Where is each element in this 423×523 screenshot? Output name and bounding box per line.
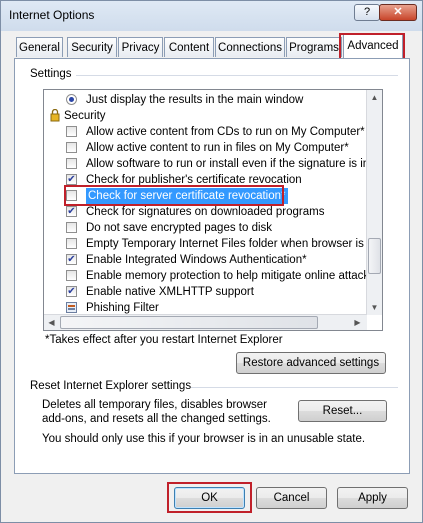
- checkbox[interactable]: [66, 190, 77, 201]
- restart-note: *Takes effect after you restart Internet…: [45, 334, 283, 346]
- settings-group-label: Settings: [30, 68, 76, 80]
- checkbox[interactable]: [66, 222, 77, 233]
- list-item-label: Enable memory protection to help mitigat…: [86, 270, 375, 282]
- list-item-label: Do not save encrypted pages to disk: [86, 222, 273, 234]
- list-item-label: Check for publisher's certificate revoca…: [86, 174, 302, 186]
- list-item-label: Allow software to run or install even if…: [86, 158, 382, 170]
- radio-button[interactable]: [66, 94, 77, 105]
- vertical-scroll-thumb[interactable]: [368, 238, 381, 274]
- settings-group-line: [76, 75, 398, 76]
- settings-listbox[interactable]: Just display the results in the main win…: [43, 89, 383, 331]
- reset-description-line1: Deletes all temporary files, disables br…: [42, 399, 267, 411]
- checkbox[interactable]: [66, 238, 77, 249]
- scroll-down-arrow-icon[interactable]: ▼: [367, 300, 382, 315]
- title-bar[interactable]: Internet Options ? ✕: [1, 1, 422, 31]
- checkbox[interactable]: [66, 142, 77, 153]
- list-item-label: Empty Temporary Internet Files folder wh…: [86, 238, 382, 250]
- category-label: Security: [64, 110, 106, 122]
- tab-connections[interactable]: Connections: [215, 37, 285, 57]
- list-item-label: Allow active content to run in files on …: [86, 142, 349, 154]
- horizontal-scroll-thumb[interactable]: [60, 316, 318, 329]
- close-button[interactable]: ✕: [379, 4, 417, 21]
- list-item-label: Enable native XMLHTTP support: [86, 286, 254, 298]
- apply-button[interactable]: Apply: [337, 487, 408, 509]
- tab-general[interactable]: General: [16, 37, 63, 57]
- reset-group-line: [191, 387, 398, 388]
- checkbox-checked[interactable]: ✔: [66, 206, 77, 217]
- checkbox-checked[interactable]: ✔: [66, 174, 77, 185]
- phishing-filter-icon: [66, 302, 77, 313]
- list-item-label: Check for signatures on downloaded progr…: [86, 206, 325, 218]
- scroll-up-arrow-icon[interactable]: ▲: [367, 90, 382, 105]
- restore-advanced-settings-button[interactable]: Restore advanced settings: [236, 352, 386, 374]
- tab-advanced[interactable]: Advanced: [343, 34, 403, 59]
- tab-content[interactable]: Content: [164, 37, 214, 57]
- checkbox-checked[interactable]: ✔: [66, 254, 77, 265]
- checkbox[interactable]: [66, 126, 77, 137]
- help-button[interactable]: ?: [354, 4, 380, 21]
- scroll-left-arrow-icon[interactable]: ◀: [44, 315, 59, 330]
- list-item-label: Allow active content from CDs to run on …: [86, 126, 365, 138]
- checkbox[interactable]: [66, 158, 77, 169]
- internet-options-window: Internet Options ? ✕ General Security Pr…: [0, 0, 423, 523]
- scroll-right-arrow-icon[interactable]: ▶: [350, 315, 365, 330]
- lock-icon: [50, 109, 60, 122]
- reset-group-label: Reset Internet Explorer settings: [30, 380, 196, 392]
- reset-warning: You should only use this if your browser…: [42, 433, 366, 445]
- list-item-label: Enable Integrated Windows Authentication…: [86, 254, 307, 266]
- reset-button[interactable]: Reset...: [298, 400, 387, 422]
- checkbox[interactable]: [66, 270, 77, 281]
- cancel-button[interactable]: Cancel: [256, 487, 327, 509]
- vertical-scrollbar[interactable]: ▲ ▼: [366, 90, 382, 315]
- ok-button[interactable]: OK: [174, 487, 245, 509]
- list-item-label: Just display the results in the main win…: [86, 94, 304, 106]
- tab-security[interactable]: Security: [67, 37, 117, 57]
- checkbox-checked[interactable]: ✔: [66, 286, 77, 297]
- reset-description-line2: add-ons, and resets all the changed sett…: [42, 413, 271, 425]
- list-item-label: Check for server certificate revocation*: [86, 188, 288, 204]
- horizontal-scrollbar[interactable]: ◀ ▶: [44, 314, 367, 330]
- window-title: Internet Options: [9, 8, 95, 22]
- tab-privacy[interactable]: Privacy: [118, 37, 163, 57]
- tab-programs[interactable]: Programs: [286, 37, 342, 57]
